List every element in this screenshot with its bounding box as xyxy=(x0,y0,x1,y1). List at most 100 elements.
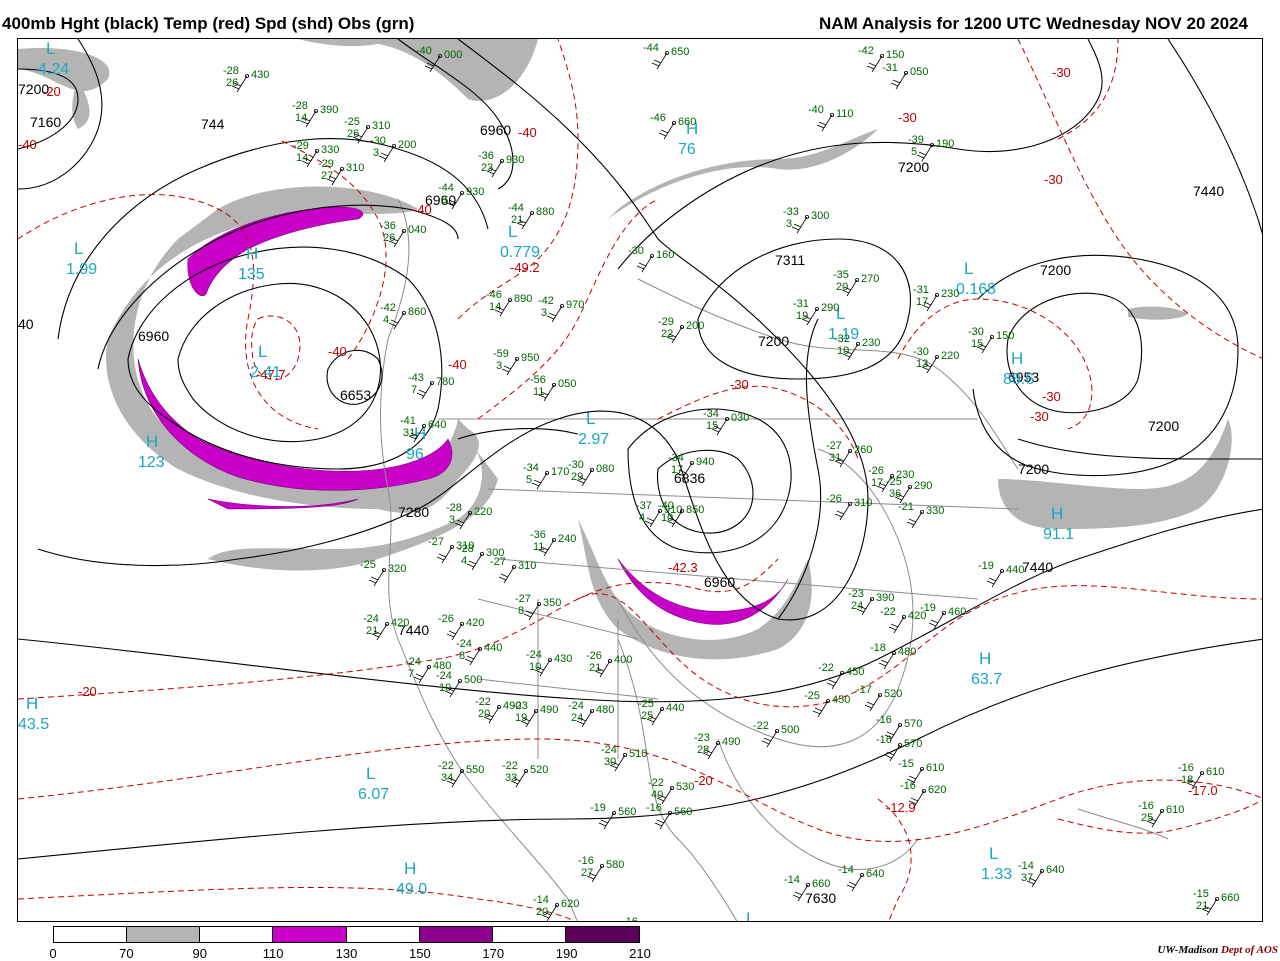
center-marker: L xyxy=(366,764,375,783)
obs-temperature: -22 xyxy=(648,777,664,789)
obs-height: 270 xyxy=(861,273,879,285)
obs-temperature: -29 xyxy=(293,140,309,152)
wind-barb xyxy=(816,114,833,132)
obs-height: 420 xyxy=(466,617,484,629)
height-label: 7280 xyxy=(398,504,429,520)
temperature-label: -40 xyxy=(328,344,347,359)
obs-temperature: -46 xyxy=(650,112,666,124)
obs-height: 610 xyxy=(926,762,944,774)
obs-height: 440 xyxy=(1006,564,1024,576)
obs-height: 430 xyxy=(251,69,269,81)
obs-temperature: -14 xyxy=(784,874,800,886)
obs-dewpoint-depression: 25 xyxy=(1141,812,1153,824)
obs-height: 150 xyxy=(996,330,1014,342)
wind-barb xyxy=(864,694,881,712)
center-marker: H xyxy=(979,649,991,668)
height-label: 7160 xyxy=(30,114,61,130)
center-value: 1.99 xyxy=(66,261,97,278)
center-marker: L xyxy=(746,909,755,922)
legend-swatch xyxy=(419,927,493,942)
obs-temperature: -30 xyxy=(968,326,984,338)
obs-dewpoint-depression: 14 xyxy=(296,152,308,164)
obs-dewpoint-depression: 8 xyxy=(459,650,465,662)
temperature-label: -30 xyxy=(1030,409,1049,424)
height-contour xyxy=(177,282,382,443)
wind-barb xyxy=(464,648,481,666)
obs-height: 490 xyxy=(722,736,740,748)
speed-region xyxy=(1128,306,1188,320)
temperature-contour xyxy=(1057,39,1119,140)
obs-height: 170 xyxy=(551,466,569,478)
obs-dewpoint-depression: 28 xyxy=(697,744,709,756)
temperature-contour xyxy=(1057,799,1262,834)
obs-dewpoint-depression: 24 xyxy=(571,712,583,724)
obs-height: 640 xyxy=(428,419,446,431)
obs-temperature: -19 xyxy=(978,560,994,572)
obs-height: 970 xyxy=(566,299,584,311)
obs-height: 930 xyxy=(506,154,524,166)
obs-temperature: -24 xyxy=(568,700,584,712)
obs-temperature: -23 xyxy=(848,588,864,600)
obs-height: 480 xyxy=(596,704,614,716)
obs-temperature: -31 xyxy=(882,62,898,74)
obs-temperature: -29 xyxy=(658,316,674,328)
obs-height: 480 xyxy=(898,646,916,658)
obs-temperature: -30 xyxy=(568,459,584,471)
obs-dewpoint-depression: 17 xyxy=(671,464,683,476)
obs-dewpoint-depression: 3 xyxy=(449,514,455,526)
obs-height: 580 xyxy=(606,859,624,871)
wind-barb xyxy=(636,255,653,273)
temperature-contour xyxy=(18,886,576,921)
wind-barb xyxy=(368,569,385,587)
obs-temperature: -25 xyxy=(344,116,360,128)
obs-temperature: -27 xyxy=(515,593,531,605)
border-line xyxy=(497,558,979,600)
obs-temperature: -14 xyxy=(1018,860,1034,872)
obs-temperature: -24 xyxy=(601,744,617,756)
center-value: 88.6 xyxy=(1003,371,1034,388)
weather-map[interactable]: -30 -30 -40 -30 -40 -49.2 -47.7 -40 -40 -30 -30 -20… xyxy=(17,38,1263,922)
obs-height: 660 xyxy=(678,116,696,128)
obs-dewpoint-depression: 5 xyxy=(911,146,917,158)
obs-height: 460 xyxy=(948,606,966,618)
wind-barb xyxy=(378,145,395,163)
obs-temperature: -35 xyxy=(833,269,849,281)
center-marker: H xyxy=(246,244,258,263)
temperature-label: -20 xyxy=(694,773,713,788)
obs-temperature: -18 xyxy=(870,642,886,654)
obs-temperature: -22 xyxy=(438,760,454,772)
obs-temperature: -42 xyxy=(858,45,874,57)
obs-dewpoint-depression: 34 xyxy=(441,772,453,784)
obs-height: 930 xyxy=(466,186,484,198)
obs-height: 350 xyxy=(543,597,561,609)
obs-temperature: -30 xyxy=(370,135,386,147)
obs-height: 320 xyxy=(388,563,406,575)
center-value: 96 xyxy=(406,446,424,463)
obs-height: 860 xyxy=(408,306,426,318)
obs-height: 620 xyxy=(561,898,579,910)
obs-temperature: -30 xyxy=(628,245,644,257)
credit: UW-Madison Dept of AOS xyxy=(1157,944,1278,956)
obs-height: 030 xyxy=(731,412,749,424)
legend-tick-label: 210 xyxy=(629,946,651,961)
obs-height: 390 xyxy=(876,592,894,604)
obs-height: 850 xyxy=(686,504,704,516)
center-marker: L xyxy=(258,342,267,361)
obs-height: 190 xyxy=(936,138,954,150)
center-marker: L xyxy=(586,409,595,428)
map-title: 400mb Hght (black) Temp (red) Spd (shd) … xyxy=(2,14,415,33)
obs-height: 240 xyxy=(558,533,576,545)
wind-barb xyxy=(644,510,661,528)
center-marker: L xyxy=(74,239,83,258)
obs-temperature: -44 xyxy=(508,202,524,214)
obs-temperature: -24 xyxy=(526,649,542,661)
obs-dewpoint-depression: 5 xyxy=(526,474,532,486)
center-marker: H xyxy=(1051,504,1063,523)
obs-height: 450 xyxy=(832,694,850,706)
obs-temperature: -30 xyxy=(913,346,929,358)
obs-dewpoint-depression: 36 xyxy=(889,488,901,500)
height-label: 7200 xyxy=(1148,418,1179,434)
wind-barb xyxy=(928,612,945,630)
obs-height: 610 xyxy=(1166,804,1184,816)
wind-barb xyxy=(651,52,668,70)
